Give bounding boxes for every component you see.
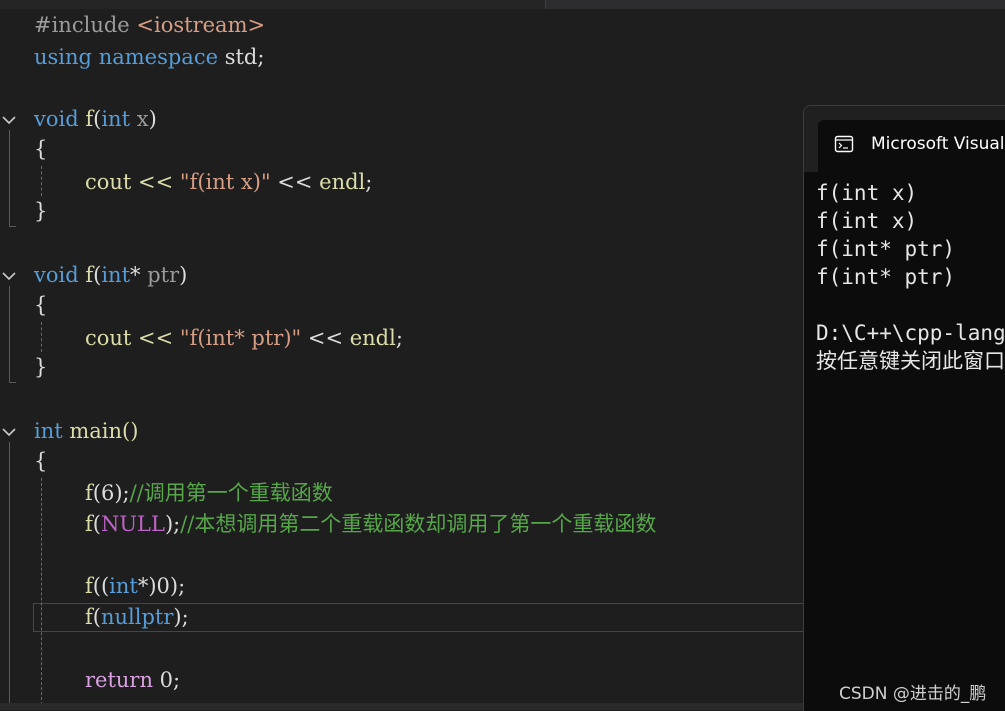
keyword-int: int: [101, 263, 131, 287]
paren-close: ): [148, 107, 157, 131]
brace-open: {: [34, 293, 48, 317]
terminal-icon: [834, 135, 854, 153]
code-line-main-brace-open: {: [34, 446, 47, 477]
code-line-func1-brace-close: }: [34, 196, 47, 227]
code-line-call4: f(nullptr);: [85, 602, 189, 633]
function-name: f: [85, 263, 94, 287]
keyword-int: int: [34, 419, 63, 443]
function-name: main(): [62, 419, 139, 443]
code-line-using: using namespace std;: [34, 42, 264, 73]
console-output-line: f(int* ptr): [816, 237, 956, 261]
paren-close: );: [173, 605, 189, 629]
console-output-line: f(int x): [816, 209, 918, 233]
keyword-using: using: [34, 45, 92, 69]
keyword-return: return: [85, 668, 153, 692]
code-line-func2-body: cout << "f(int* ptr)" << endl;: [85, 323, 403, 354]
code-line-func1-brace-open: {: [34, 134, 47, 165]
keyword-void: void: [34, 263, 79, 287]
param-name: x: [130, 107, 149, 131]
endl: endl: [349, 326, 396, 350]
brace-open: {: [34, 449, 48, 473]
function-call: f: [85, 481, 93, 505]
keyword-nullptr: nullptr: [100, 605, 174, 629]
code-line-return: return 0;: [85, 665, 180, 696]
call-args: (6);: [92, 481, 130, 505]
fold-chevron-icon[interactable]: [0, 111, 18, 129]
code-line-func1-body: cout << "f(int x)" << endl;: [85, 167, 372, 198]
console-output-line: D:\C++\cpp-language: [816, 321, 1005, 345]
paren-open: ((: [92, 574, 110, 598]
code-line-func2-brace-close: }: [34, 352, 47, 383]
semicolon: ;: [365, 170, 373, 194]
function-call: f: [85, 605, 93, 629]
console-output-line: f(int* ptr): [816, 265, 956, 289]
endl: endl: [319, 170, 366, 194]
fold-chevron-icon[interactable]: [0, 423, 18, 441]
fold-chevron-icon[interactable]: [0, 267, 18, 285]
console-titlebar[interactable]: Microsoft Visual Studio 调试控制台: [804, 106, 1005, 172]
debug-console-window[interactable]: Microsoft Visual Studio 调试控制台 f(int x) f…: [803, 105, 1005, 711]
semicolon: ;: [395, 326, 403, 350]
console-output-line: 按任意键关闭此窗口. . .: [816, 349, 1005, 373]
fold-guide-end: [9, 382, 16, 383]
fold-guide: [9, 130, 11, 226]
code-line-func2-brace-open: {: [34, 290, 47, 321]
paren-open: (: [92, 512, 101, 536]
stream-operator: <<: [301, 326, 350, 350]
code-comment: //本想调用第二个重载函数却调用了第一个重载函数: [180, 512, 657, 536]
function-call: f: [85, 574, 93, 598]
keyword-void: void: [34, 107, 79, 131]
cast-rest: *)0);: [137, 574, 186, 598]
indent-guide: [41, 478, 42, 710]
horizontal-scrollbar[interactable]: [0, 703, 805, 710]
include-directive: #include: [34, 13, 130, 37]
include-path: <iostream>: [136, 13, 266, 37]
brace-open: {: [34, 137, 48, 161]
keyword-int: int: [109, 574, 138, 598]
function-call: f: [85, 512, 93, 536]
fold-guide: [9, 286, 11, 382]
code-line-call1: f(6);//调用第一个重载函数: [85, 478, 333, 509]
brace-close: }: [34, 199, 48, 223]
console-title: Microsoft Visual Studio 调试控制台: [871, 134, 1005, 154]
string-literal: "f(int* ptr)": [179, 326, 302, 350]
return-value: 0;: [153, 668, 181, 692]
string-literal: "f(int x)": [179, 170, 271, 194]
keyword-namespace: namespace: [98, 45, 219, 69]
watermark-text: CSDN @进击的_鹏: [839, 684, 987, 704]
code-line-main-signature: int main(): [34, 416, 138, 447]
console-tab[interactable]: Microsoft Visual Studio 调试控制台: [818, 120, 1005, 172]
paren-close: );: [164, 512, 181, 536]
code-line-call3: f((int*)0);: [85, 571, 185, 602]
stream-operator: <<: [270, 170, 320, 194]
fold-guide: [9, 442, 11, 710]
console-output-line: f(int x): [816, 181, 918, 205]
code-line-func1-signature: void f(int x): [34, 104, 157, 135]
cout-expr: cout <<: [85, 170, 180, 194]
macro-null: NULL: [100, 512, 165, 536]
code-line-func2-signature: void f(int* ptr): [34, 260, 187, 291]
param-name: ptr: [140, 263, 180, 287]
function-name: f: [85, 107, 94, 131]
code-comment: //调用第一个重载函数: [129, 481, 333, 505]
indent-guide: [41, 166, 42, 196]
code-line-call2: f(NULL);//本想调用第二个重载函数却调用了第一个重载函数: [85, 509, 656, 540]
paren-close: ): [179, 263, 188, 287]
code-line-include: #include <iostream>: [34, 10, 265, 41]
brace-close: }: [34, 355, 48, 379]
paren-open: (: [92, 605, 101, 629]
fold-guide-end: [9, 226, 16, 227]
namespace-name: std;: [218, 45, 265, 69]
keyword-int: int: [101, 107, 131, 131]
indent-guide: [41, 322, 42, 352]
editor-tab[interactable]: [545, 0, 1005, 9]
cout-expr: cout <<: [85, 326, 180, 350]
pointer-star: *: [130, 263, 141, 287]
